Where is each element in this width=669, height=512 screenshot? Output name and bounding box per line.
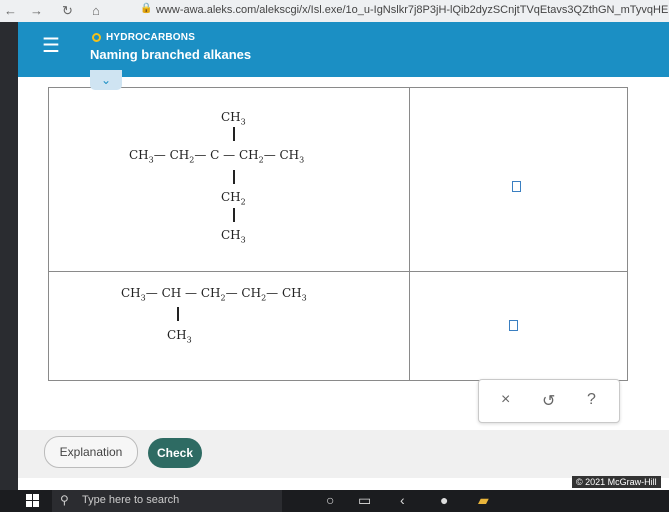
table-divider-horizontal: [49, 271, 627, 272]
answer-input-2[interactable]: [509, 320, 518, 331]
question-table: CH3 CH3— CH2— C — CH2— CH3 CH2 CH3 CH3— …: [48, 87, 628, 381]
back-icon[interactable]: ←: [4, 3, 17, 18]
topic-status-icon: [92, 33, 101, 42]
aleks-header: ☰ HYDROCARBONS Naming branched alkanes: [18, 22, 669, 77]
mol2-branch-ch3: CH3: [167, 328, 192, 345]
copyright-notice: © 2021 McGraw-Hill: [572, 476, 661, 488]
cortana-icon[interactable]: ○: [326, 492, 334, 508]
folder-icon[interactable]: ▰: [478, 492, 489, 509]
mol1-branch-ch2: CH2: [221, 190, 246, 207]
mol1-main-chain: CH3— CH2— C — CH2— CH3: [129, 148, 305, 165]
search-icon: ⚲: [60, 493, 69, 507]
answer-input-1[interactable]: [512, 181, 521, 192]
explanation-button[interactable]: Explanation: [44, 436, 138, 468]
table-divider-vertical: [409, 88, 410, 380]
screen-bezel: [0, 22, 18, 490]
windows-start-icon[interactable]: [26, 494, 40, 508]
browser-url-bar: ← → ↻ ⌂ 🔒 www-awa.aleks.com/alekscgi/x/I…: [0, 0, 669, 22]
collapse-chevron-icon[interactable]: ⌄: [90, 70, 122, 90]
undo-button[interactable]: ↺: [542, 391, 555, 411]
taskbar: ⚲ Type here to search ○ ▭ ‹ ● ▰: [0, 490, 669, 512]
question-area: CH3 CH3— CH2— C — CH2— CH3 CH2 CH3 CH3— …: [18, 70, 669, 490]
check-button[interactable]: Check: [148, 438, 202, 468]
mol1-branch-ch3: CH3: [221, 228, 246, 245]
menu-icon[interactable]: ☰: [42, 36, 60, 56]
topic-label: HYDROCARBONS: [106, 32, 196, 43]
help-button[interactable]: ?: [587, 391, 596, 409]
action-bar: Explanation Check: [18, 430, 669, 478]
search-placeholder: Type here to search: [82, 494, 180, 506]
home-icon[interactable]: ⌂: [92, 3, 100, 18]
app-icon-red[interactable]: ●: [440, 492, 448, 508]
answer-tools: × ↺ ?: [478, 379, 620, 423]
page-title: Naming branched alkanes: [90, 47, 252, 62]
address-field[interactable]: www-awa.aleks.com/alekscgi/x/Isl.exe/1o_…: [156, 4, 669, 16]
mol1-bond-top: [233, 127, 235, 141]
reload-icon[interactable]: ↻: [62, 3, 73, 19]
mol2-main-chain: CH3— CH — CH2— CH2— CH3: [121, 286, 307, 303]
clear-button[interactable]: ×: [501, 391, 510, 409]
mol2-bond: [177, 307, 179, 321]
mol1-bond-mid: [233, 170, 235, 184]
mol1-bond-low: [233, 208, 235, 222]
task-view-icon[interactable]: ▭: [358, 492, 371, 509]
app-icon[interactable]: ‹: [400, 492, 405, 508]
taskbar-search[interactable]: ⚲ Type here to search: [52, 490, 282, 512]
lock-icon: 🔒: [140, 3, 153, 14]
mol1-top-group: CH3: [221, 110, 246, 127]
forward-icon[interactable]: →: [30, 3, 43, 18]
